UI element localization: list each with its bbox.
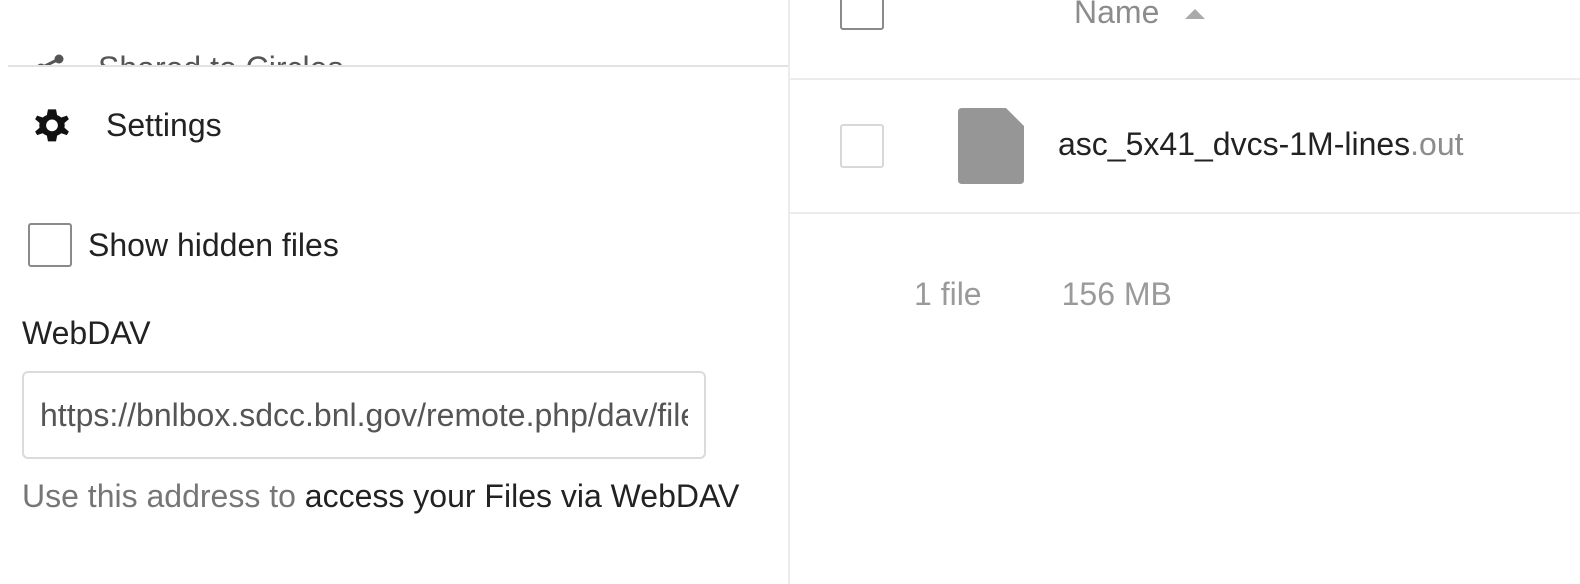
webdav-url-field[interactable] [22, 371, 706, 459]
file-count: 1 file [914, 276, 982, 312]
webdav-docs-link[interactable]: access your Files via WebDAV [305, 478, 740, 514]
webdav-hint-text: Use this address to [22, 478, 305, 514]
file-select-checkbox[interactable] [840, 124, 884, 168]
settings-label: Settings [106, 106, 222, 143]
gear-icon [35, 109, 69, 142]
show-hidden-files-label: Show hidden files [88, 226, 339, 263]
webdav-title: WebDAV [22, 315, 151, 351]
file-basename: asc_5x41_dvcs-1M-lines [1058, 126, 1411, 162]
file-list-header: Name [790, 0, 1580, 80]
file-extension: .out [1410, 126, 1464, 162]
webdav-hint: Use this address to access your Files vi… [22, 470, 742, 522]
file-row[interactable]: asc_5x41_dvcs-1M-lines.out [790, 80, 1580, 214]
show-hidden-files-option[interactable]: Show hidden files [28, 222, 339, 268]
navigation-pane: Shared to Circles Settings Show hidden f… [0, 0, 788, 584]
settings-toggle[interactable]: Settings [30, 104, 222, 146]
file-name[interactable]: asc_5x41_dvcs-1M-lines.out [1058, 126, 1464, 163]
total-size: 156 MB [1061, 276, 1172, 312]
name-column-label: Name [1074, 0, 1160, 30]
file-list-pane: Name asc_5x41_dvcs-1M-lines.out 1 file 1… [788, 0, 1580, 584]
sort-ascending-icon [1185, 8, 1206, 19]
select-all-checkbox[interactable] [840, 0, 884, 30]
sort-by-name-button[interactable]: Name [1074, 0, 1207, 31]
file-list-summary: 1 file 156 MB [914, 276, 1172, 313]
show-hidden-files-checkbox[interactable] [28, 223, 72, 267]
file-icon [958, 108, 1024, 184]
